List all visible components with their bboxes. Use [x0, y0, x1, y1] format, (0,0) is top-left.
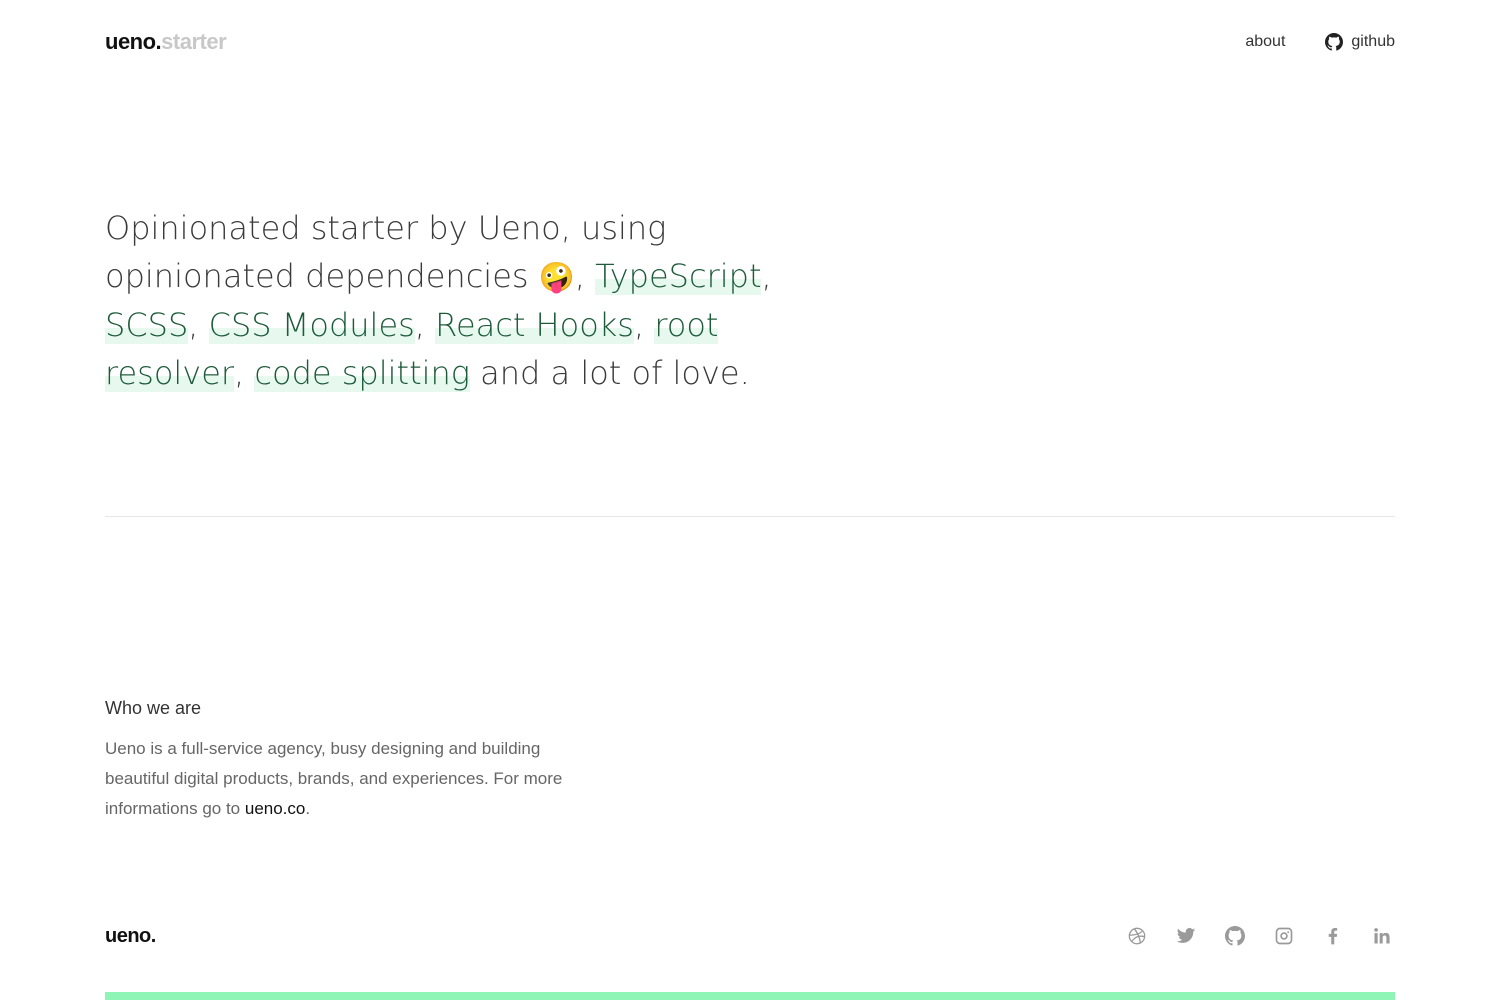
main-nav: about github: [1245, 33, 1395, 51]
nav-github-label: github: [1351, 33, 1395, 50]
hero-emoji: 🤪: [538, 260, 575, 294]
about-period: .: [305, 799, 311, 818]
hero-sep: ,: [574, 257, 596, 295]
logo-sub: starter: [161, 29, 227, 54]
footer: ueno.: [105, 922, 1395, 950]
github-icon: [1325, 33, 1344, 51]
linkedin-icon: [1373, 928, 1390, 944]
nav-about-link[interactable]: about: [1245, 33, 1285, 51]
about-heading: Who we are: [105, 698, 202, 718]
header: ueno. starter about github: [105, 27, 1395, 57]
link-code-splitting[interactable]: code splitting: [254, 354, 470, 392]
page: ueno. starter about github Opinionated st…: [0, 0, 1500, 1000]
logo-main: ueno.: [105, 29, 162, 54]
github-footer-link[interactable]: [1221, 923, 1248, 950]
hero-outro: and a lot of love.: [469, 354, 750, 392]
logo-link[interactable]: ueno. starter: [105, 29, 227, 55]
footer-logo[interactable]: ueno.: [105, 925, 156, 948]
hero-sep: ,: [414, 306, 436, 344]
link-scss[interactable]: SCSS: [105, 306, 189, 344]
dribbble-icon: [1128, 927, 1145, 945]
facebook-link[interactable]: [1319, 923, 1346, 950]
linkedin-link[interactable]: [1368, 923, 1395, 950]
about-body: Ueno is a full-service agency, busy desi…: [105, 739, 563, 818]
accent-bar: [105, 992, 1395, 1000]
hero-sep: ,: [761, 257, 772, 295]
hero-sep: ,: [188, 306, 209, 344]
twitter-link[interactable]: [1172, 923, 1199, 950]
link-typescript[interactable]: TypeScript: [595, 257, 762, 295]
instagram-icon: [1275, 927, 1292, 945]
link-css-modules[interactable]: CSS Modules: [208, 306, 415, 344]
hero-sep: ,: [633, 306, 655, 344]
about-section: Who we are Ueno is a full-service agency…: [105, 698, 605, 824]
facebook-icon: [1328, 928, 1337, 945]
hero-sep: ,: [234, 354, 255, 392]
link-react-hooks[interactable]: React Hooks: [435, 306, 634, 344]
nav-github-link[interactable]: github: [1325, 33, 1395, 51]
hero-intro: Opinionated starter by Ueno, using opini…: [105, 204, 845, 397]
twitter-icon: [1176, 928, 1195, 943]
section-divider: [105, 516, 1395, 517]
about-text: Ueno is a full-service agency, busy desi…: [105, 734, 605, 824]
social-links: [1123, 923, 1395, 950]
ueno-co-link[interactable]: ueno.co: [245, 799, 306, 818]
dribbble-link[interactable]: [1123, 923, 1150, 950]
github-icon: [1224, 926, 1245, 946]
instagram-link[interactable]: [1270, 923, 1297, 950]
